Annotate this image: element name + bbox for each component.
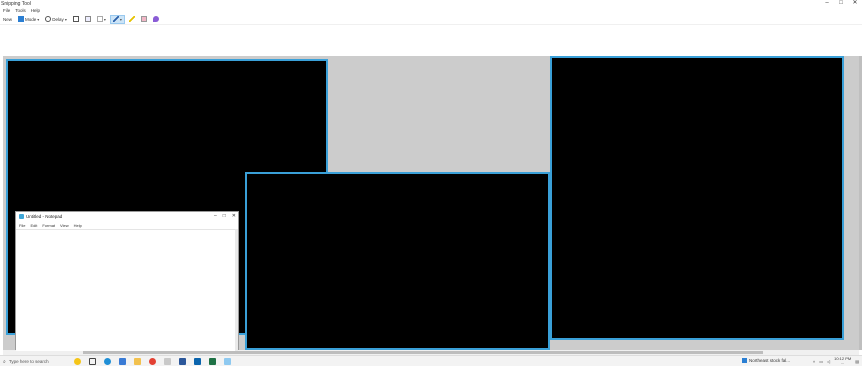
mode-label: Mode — [25, 16, 37, 22]
notepad-title: Untitled - Notepad — [26, 214, 63, 219]
mode-icon — [18, 16, 25, 22]
taskbar: ⌕ Type here to search Northeast stock fa… — [0, 355, 862, 366]
notepad-maximize-button[interactable]: □ — [223, 213, 226, 219]
pen-icon — [112, 16, 119, 22]
copy-icon — [84, 16, 91, 22]
search-icon: ⌕ — [3, 358, 6, 365]
notepad-minimize-button[interactable]: – — [214, 213, 217, 219]
clock-date: ... — [840, 360, 845, 365]
save-button[interactable] — [71, 15, 81, 24]
news-icon — [742, 358, 747, 363]
notepad-text-area[interactable] — [16, 229, 237, 351]
chevron-down-icon: ▾ — [119, 16, 122, 22]
clock-icon — [45, 16, 52, 22]
volume-icon[interactable]: ◁ — [827, 359, 830, 364]
notepad-title-bar: Untitled - Notepad – □ ✕ — [16, 212, 238, 222]
paint3d-button[interactable] — [151, 15, 161, 24]
notification-icon[interactable]: ▤ — [855, 359, 859, 364]
word-icon[interactable] — [179, 358, 186, 365]
close-button[interactable]: ✕ — [848, 0, 862, 8]
chevron-up-icon[interactable]: ˄ — [813, 359, 815, 364]
pen-button[interactable]: ▾ — [109, 14, 125, 24]
clock[interactable]: 10:12 PM ... — [834, 357, 851, 365]
send-icon — [96, 16, 103, 22]
chevron-down-icon: ▾ — [64, 16, 67, 22]
news-widget[interactable]: Northeast stock fal... — [742, 358, 790, 363]
notepad-menu-bar: File Edit Format View Help — [16, 222, 238, 229]
widgets-icon[interactable] — [74, 358, 81, 365]
horizontal-scroll-thumb[interactable] — [83, 351, 763, 354]
window-title: Snipping Tool — [1, 1, 31, 7]
notepad-close-button[interactable]: ✕ — [232, 213, 236, 219]
minimize-button[interactable]: – — [820, 0, 834, 8]
outlook-icon[interactable] — [194, 358, 201, 365]
search-placeholder: Type here to search — [8, 359, 49, 364]
highlighter-icon — [128, 16, 135, 22]
save-icon — [72, 16, 79, 22]
snipping-tool-icon[interactable] — [224, 358, 231, 365]
notepad-menu-file[interactable]: File — [19, 222, 25, 229]
eraser-icon — [140, 16, 147, 22]
mode-button[interactable]: Mode ▾ — [16, 15, 41, 24]
notepad-menu-format[interactable]: Format — [42, 222, 55, 229]
captured-window-middle — [245, 172, 550, 350]
store-icon[interactable] — [119, 358, 126, 365]
excel-icon[interactable] — [209, 358, 216, 365]
new-button[interactable]: New — [1, 15, 14, 24]
taskbar-apps — [74, 358, 231, 365]
news-text: Northeast stock fal... — [749, 358, 791, 363]
copy-button[interactable] — [83, 15, 93, 24]
new-label: New — [3, 16, 13, 22]
notepad-window-controls: – □ ✕ — [214, 213, 236, 219]
notepad-window: Untitled - Notepad – □ ✕ File Edit Forma… — [15, 211, 239, 351]
notepad-icon — [19, 214, 24, 219]
notepad-menu-help[interactable]: Help — [74, 222, 82, 229]
system-tray: ˄ ▭ ◁ 10:12 PM ... ▤ — [813, 357, 859, 365]
task-view-icon[interactable] — [89, 358, 96, 365]
send-button[interactable]: ▾ — [95, 15, 108, 24]
eraser-button[interactable] — [139, 15, 149, 24]
notepad-scrollbar[interactable] — [235, 229, 238, 351]
file-explorer-icon[interactable] — [134, 358, 141, 365]
title-bar: Snipping Tool – □ ✕ — [0, 0, 862, 8]
paint3d-icon — [152, 16, 159, 22]
captured-window-right — [550, 56, 844, 340]
chevron-down-icon: ▾ — [103, 16, 106, 22]
maximize-button[interactable]: □ — [834, 0, 848, 8]
network-icon[interactable]: ▭ — [819, 359, 823, 364]
toolbar: New Mode ▾ Delay ▾ ▾ ▾ — [0, 14, 862, 25]
chrome-icon[interactable] — [149, 358, 156, 365]
delay-button[interactable]: Delay ▾ — [43, 15, 69, 24]
notepad-menu-edit[interactable]: Edit — [30, 222, 37, 229]
highlighter-button[interactable] — [127, 15, 137, 24]
photos-icon[interactable] — [164, 358, 171, 365]
window-controls: – □ ✕ — [820, 0, 862, 8]
chevron-down-icon: ▾ — [37, 16, 40, 22]
delay-label: Delay — [52, 16, 64, 22]
edge-icon[interactable] — [104, 358, 111, 365]
notepad-menu-view[interactable]: View — [60, 222, 69, 229]
